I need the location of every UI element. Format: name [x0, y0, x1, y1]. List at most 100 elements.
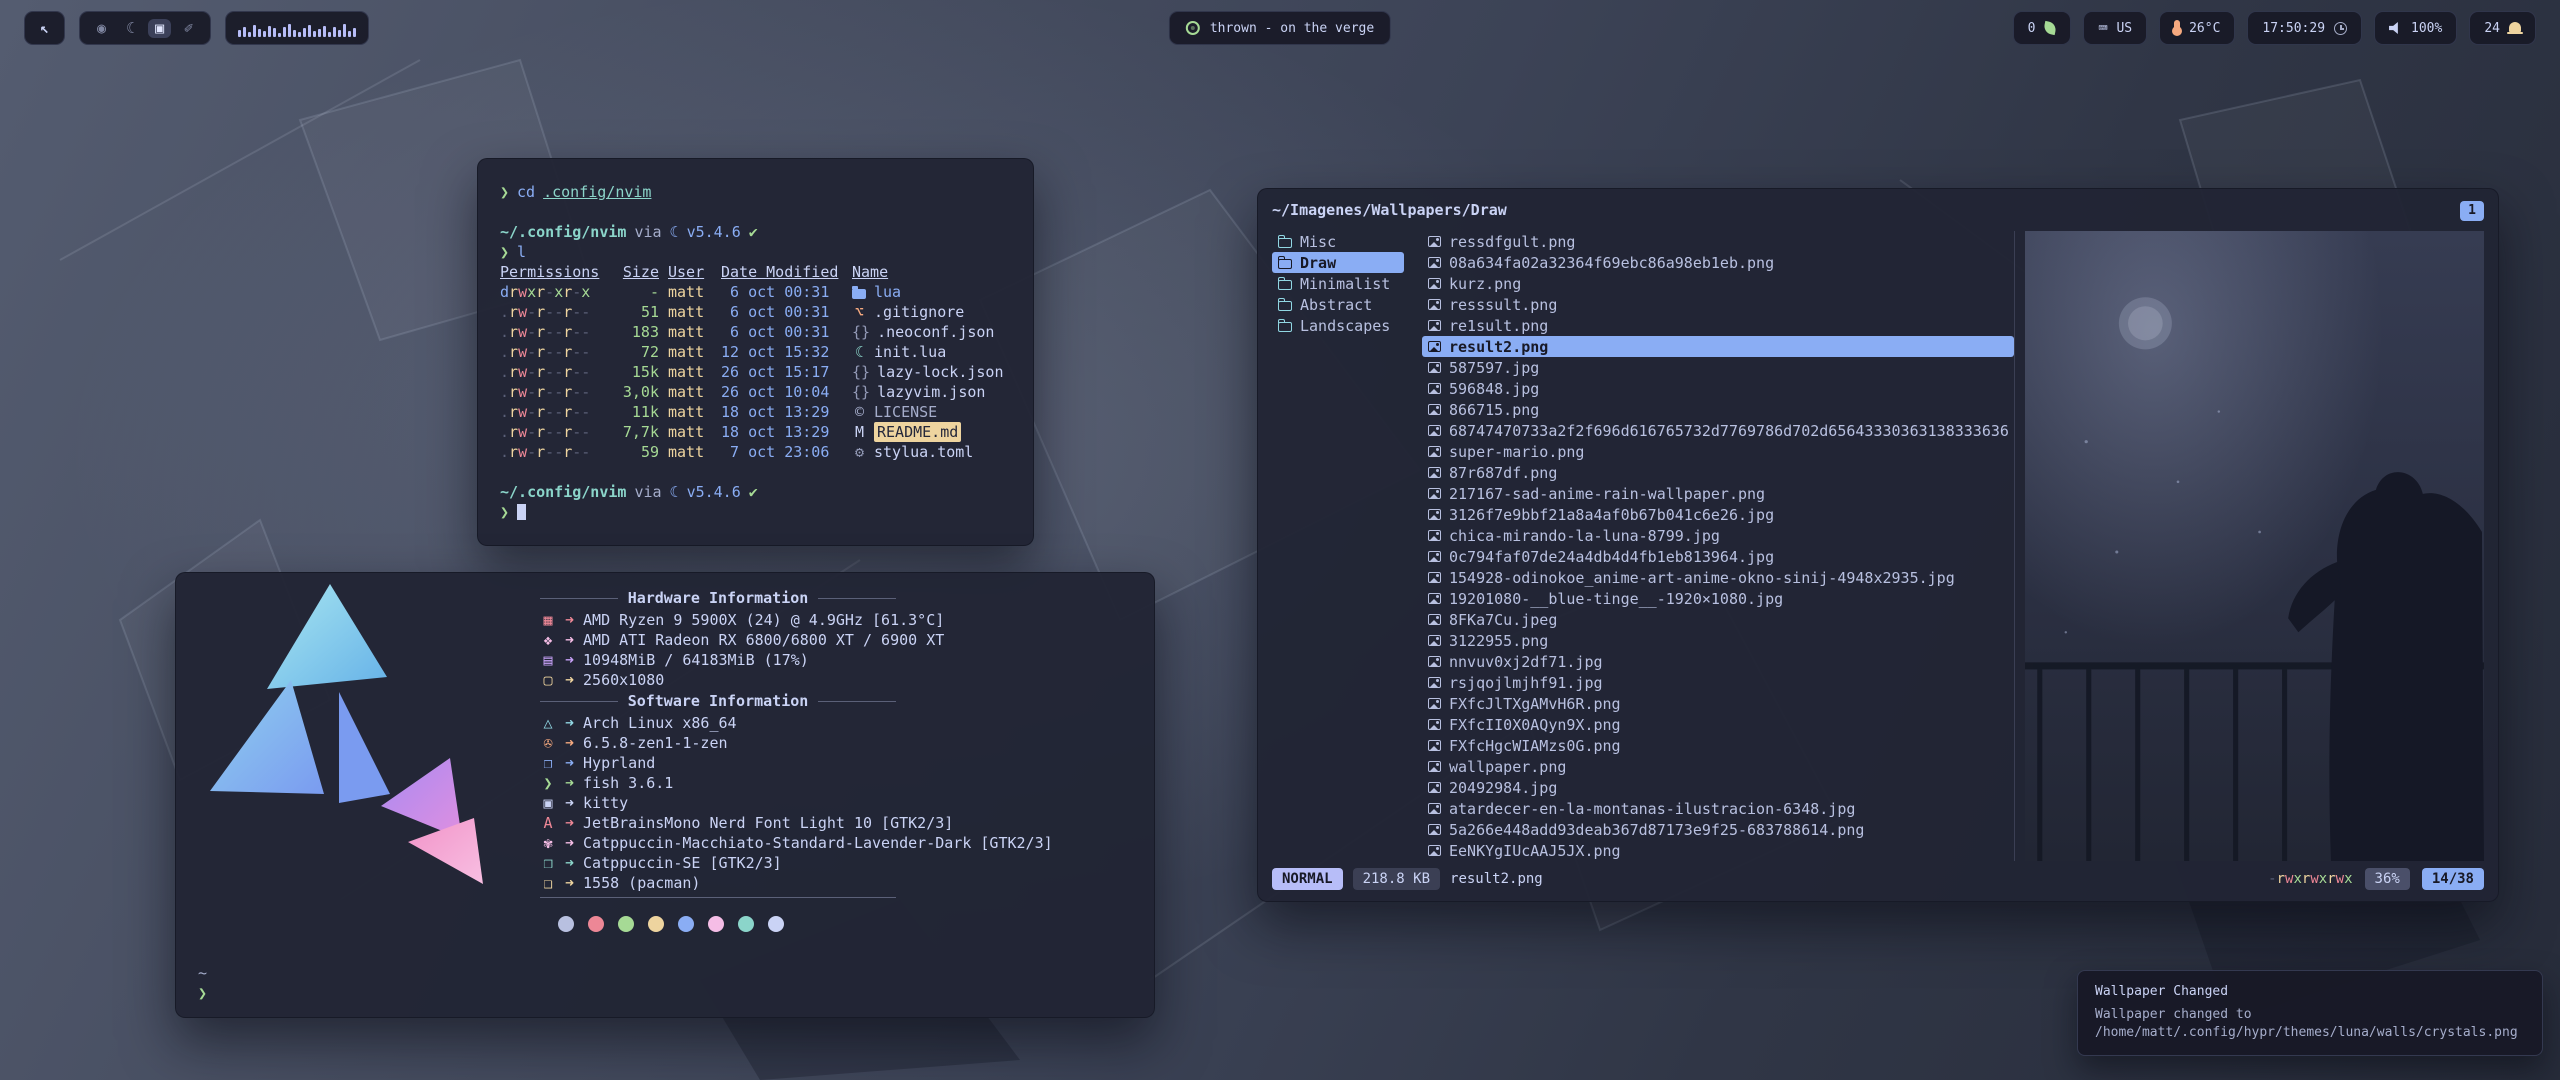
- file-row[interactable]: 3126f7e9bbf21a8a4af0b67b041c6e26.jpg: [1422, 504, 2014, 525]
- notifications-module[interactable]: 24: [2469, 11, 2536, 45]
- clock-module[interactable]: 17:50:29: [2247, 11, 2362, 45]
- file-row[interactable]: wallpaper.png: [1422, 756, 2014, 777]
- image-file-icon: [1428, 677, 1441, 688]
- mode-badge: NORMAL: [1272, 868, 1343, 890]
- volume-level: 100%: [2411, 21, 2442, 36]
- fetch-info-row: ❯ ➜ fish 3.6.1: [540, 773, 1130, 793]
- workspace-button[interactable]: ☾: [119, 19, 142, 38]
- file-row[interactable]: 5a266e448add93deab367d87173e9f25-6837886…: [1422, 819, 2014, 840]
- file-name: 87r687df.png: [1449, 464, 1557, 482]
- fetch-info-value: JetBrainsMono Nerd Font Light 10 [GTK2/3…: [583, 814, 953, 832]
- arrow-icon: ➜: [565, 794, 574, 812]
- file-name: 3126f7e9bbf21a8a4af0b67b041c6e26.jpg: [1449, 506, 1774, 524]
- sidebar-folder[interactable]: Landscapes: [1272, 315, 1404, 336]
- file-row[interactable]: nnvuv0xj2df71.jpg: [1422, 651, 2014, 672]
- file-row[interactable]: FXfcJlTXgAMvH6R.png: [1422, 693, 2014, 714]
- graph-bar: [268, 26, 271, 37]
- file-manager-window[interactable]: ~/Imagenes/Wallpapers/Draw 1 Misc Draw M…: [1257, 188, 2499, 902]
- file-date: 12 oct 15:32: [721, 342, 843, 362]
- lua-version: v5.4.6: [687, 222, 741, 242]
- volume-module[interactable]: 100%: [2374, 11, 2457, 45]
- image-file-icon: [1428, 488, 1441, 499]
- sidebar-folder[interactable]: Minimalist: [1272, 273, 1404, 294]
- file-name: LICENSE: [874, 402, 937, 422]
- image-file-icon: [1428, 446, 1441, 457]
- graph-bar: [273, 28, 276, 37]
- file-name: 154928-odinokoe_anime-art-anime-okno-sin…: [1449, 569, 1955, 587]
- file-name: super-mario.png: [1449, 443, 1584, 461]
- file-row[interactable]: resssult.png: [1422, 294, 2014, 315]
- file-row[interactable]: 68747470733a2f2f696d616765732d7769786d70…: [1422, 420, 2014, 441]
- keyboard-layout-module[interactable]: ⌨ US: [2083, 11, 2147, 45]
- file-row[interactable]: 596848.jpg: [1422, 378, 2014, 399]
- fetch-info-value: fish 3.6.1: [583, 774, 673, 792]
- file-row[interactable]: rsjqojlmjhf91.jpg: [1422, 672, 2014, 693]
- file-row[interactable]: FXfcHgcWIAMzs0G.png: [1422, 735, 2014, 756]
- file-row[interactable]: 20492984.jpg: [1422, 777, 2014, 798]
- folder-name: Misc: [1300, 233, 1336, 251]
- hardware-section-header: Hardware Information: [540, 588, 896, 608]
- software-icon: ❯: [540, 774, 556, 792]
- image-file-icon: [1428, 362, 1441, 373]
- file-owner: matt: [668, 362, 712, 382]
- file-row[interactable]: 866715.png: [1422, 399, 2014, 420]
- temperature-module[interactable]: 26°C: [2159, 11, 2235, 45]
- scroll-percent-badge: 36%: [2365, 868, 2410, 890]
- graph-bar: [343, 24, 346, 37]
- graph-bar: [328, 32, 331, 37]
- file-row[interactable]: 19201080-__blue-tinge__-1920×1080.jpg: [1422, 588, 2014, 609]
- sidebar-folder[interactable]: Abstract: [1272, 294, 1404, 315]
- file-row[interactable]: 87r687df.png: [1422, 462, 2014, 483]
- image-file-icon: [1428, 782, 1441, 793]
- workspace-button[interactable]: ◉: [90, 19, 113, 38]
- file-row[interactable]: kurz.png: [1422, 273, 2014, 294]
- file-name-cell: ⚙ stylua.toml: [852, 442, 1011, 462]
- file-row[interactable]: atardecer-en-la-montanas-ilustracion-634…: [1422, 798, 2014, 819]
- software-icon: ✇: [540, 734, 556, 752]
- file-name-cell: {} .neoconf.json: [852, 322, 1011, 342]
- image-file-icon: [1428, 530, 1441, 541]
- sidebar-folder[interactable]: Misc: [1272, 231, 1404, 252]
- workspace-button[interactable]: ✐: [177, 19, 200, 38]
- file-row[interactable]: 587597.jpg: [1422, 357, 2014, 378]
- tab-badge[interactable]: 1: [2460, 201, 2484, 221]
- file-row[interactable]: result2.png: [1422, 336, 2014, 357]
- bell-icon: [2509, 22, 2521, 32]
- file-type-icon: {}: [852, 382, 870, 402]
- file-name: 596848.jpg: [1449, 380, 1539, 398]
- cpu-graph-module[interactable]: [225, 11, 369, 45]
- notification-popup[interactable]: Wallpaper Changed Wallpaper changed to /…: [2077, 970, 2543, 1056]
- file-row[interactable]: 8FKa7Cu.jpeg: [1422, 609, 2014, 630]
- ls-rows: drwxr-xr-x - matt 6 oct 00:31 lua .rw-r-…: [500, 282, 1011, 462]
- file-row[interactable]: 08a634fa02a32364f69ebc86a98eb1eb.png: [1422, 252, 2014, 273]
- keyboard-layout-label: US: [2116, 21, 2132, 36]
- updates-module[interactable]: 0: [2013, 11, 2072, 45]
- file-row[interactable]: EeNKYgIUcAAJ5JX.png: [1422, 840, 2014, 861]
- topbar-right-group: 0 ⌨ US 26°C 17:50:29 100% 24: [2013, 11, 2536, 45]
- image-file-icon: [1428, 320, 1441, 331]
- file-row[interactable]: ressdfgult.png: [1422, 231, 2014, 252]
- keyboard-icon: ⌨: [2098, 21, 2107, 36]
- file-date: 18 oct 13:29: [721, 422, 843, 442]
- image-file-icon: [1428, 698, 1441, 709]
- image-file-icon: [1428, 551, 1441, 562]
- file-row[interactable]: re1sult.png: [1422, 315, 2014, 336]
- file-row[interactable]: 3122955.png: [1422, 630, 2014, 651]
- file-row[interactable]: chica-mirando-la-luna-8799.jpg: [1422, 525, 2014, 546]
- status-permissions: -rwxrwxrwx: [2268, 871, 2352, 887]
- file-row[interactable]: FXfcII0X0AQyn9X.png: [1422, 714, 2014, 735]
- music-player-module[interactable]: thrown - on the verge: [1169, 11, 1391, 45]
- file-date: 26 oct 10:04: [721, 382, 843, 402]
- file-row[interactable]: 217167-sad-anime-rain-wallpaper.png: [1422, 483, 2014, 504]
- file-row[interactable]: 0c794faf07de24a4db4d4fb1eb813964.jpg: [1422, 546, 2014, 567]
- terminal-window[interactable]: ❯ cd .config/nvim ~/.config/nvim via ☾ v…: [477, 158, 1034, 546]
- fetch-info-row: ▦ ➜ AMD Ryzen 9 5900X (24) @ 4.9GHz [61.…: [540, 610, 1130, 630]
- file-row[interactable]: 154928-odinokoe_anime-art-anime-okno-sin…: [1422, 567, 2014, 588]
- workspace-button[interactable]: ▣: [148, 19, 171, 38]
- sidebar-folder[interactable]: Draw: [1272, 252, 1404, 273]
- fetch-window[interactable]: Hardware Information ▦ ➜ AMD Ryzen 9 590…: [175, 572, 1155, 1018]
- launcher-button[interactable]: ↖: [24, 11, 65, 45]
- graph-bar: [243, 27, 246, 37]
- arrow-icon: ➜: [565, 754, 574, 772]
- file-row[interactable]: super-mario.png: [1422, 441, 2014, 462]
